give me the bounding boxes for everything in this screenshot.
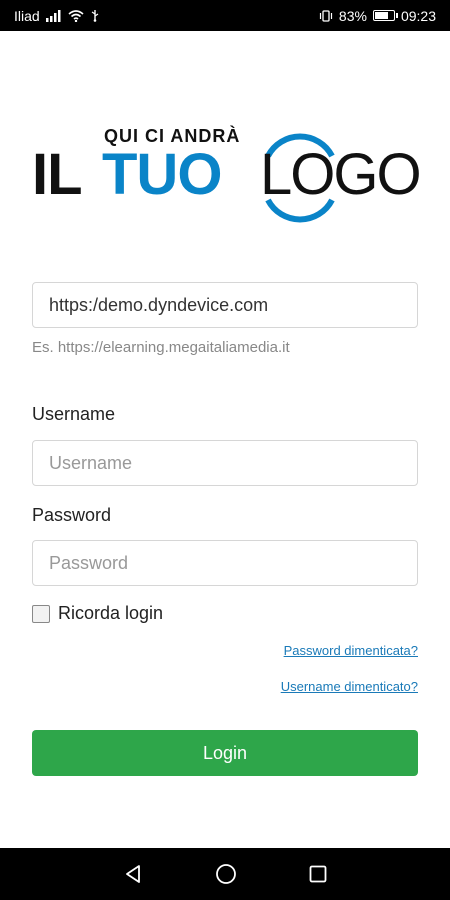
username-input[interactable] bbox=[32, 440, 418, 486]
vibrate-icon bbox=[319, 9, 333, 22]
status-bar: Iliad 83% 09:23 bbox=[0, 0, 450, 31]
forgot-password-link[interactable]: Password dimenticata? bbox=[284, 643, 418, 658]
home-icon[interactable] bbox=[215, 863, 237, 885]
recents-icon[interactable] bbox=[309, 865, 327, 883]
logo-word-logo: LOGO bbox=[260, 142, 422, 207]
battery-percent: 83% bbox=[338, 7, 367, 24]
back-icon[interactable] bbox=[123, 864, 143, 884]
remember-login-checkbox[interactable] bbox=[32, 604, 50, 623]
remember-login[interactable]: Ricorda login bbox=[32, 603, 163, 624]
logo-word-il: IL bbox=[32, 142, 83, 207]
remember-login-label: Ricorda login bbox=[58, 603, 164, 623]
wifi-icon bbox=[68, 9, 84, 22]
server-url-hint: Es. https://elearning.megaitaliamedia.it bbox=[32, 339, 290, 356]
usb-icon bbox=[90, 9, 100, 22]
signal-icon bbox=[45, 9, 62, 22]
password-input[interactable] bbox=[32, 540, 418, 586]
navigation-bar bbox=[0, 848, 450, 900]
carrier-name: Iliad bbox=[14, 7, 40, 24]
forgot-username-link[interactable]: Username dimenticato? bbox=[281, 679, 418, 694]
username-label: Username bbox=[32, 404, 116, 424]
server-url-input[interactable] bbox=[32, 282, 418, 328]
password-label: Password bbox=[32, 505, 112, 525]
battery-icon bbox=[372, 10, 398, 21]
clock: 09:23 bbox=[400, 7, 436, 24]
app-logo: QUI CI ANDRÀ IL TUO LOGO bbox=[32, 120, 422, 225]
logo-word-tuo: TUO bbox=[102, 142, 222, 207]
login-button[interactable]: Login bbox=[32, 730, 418, 776]
